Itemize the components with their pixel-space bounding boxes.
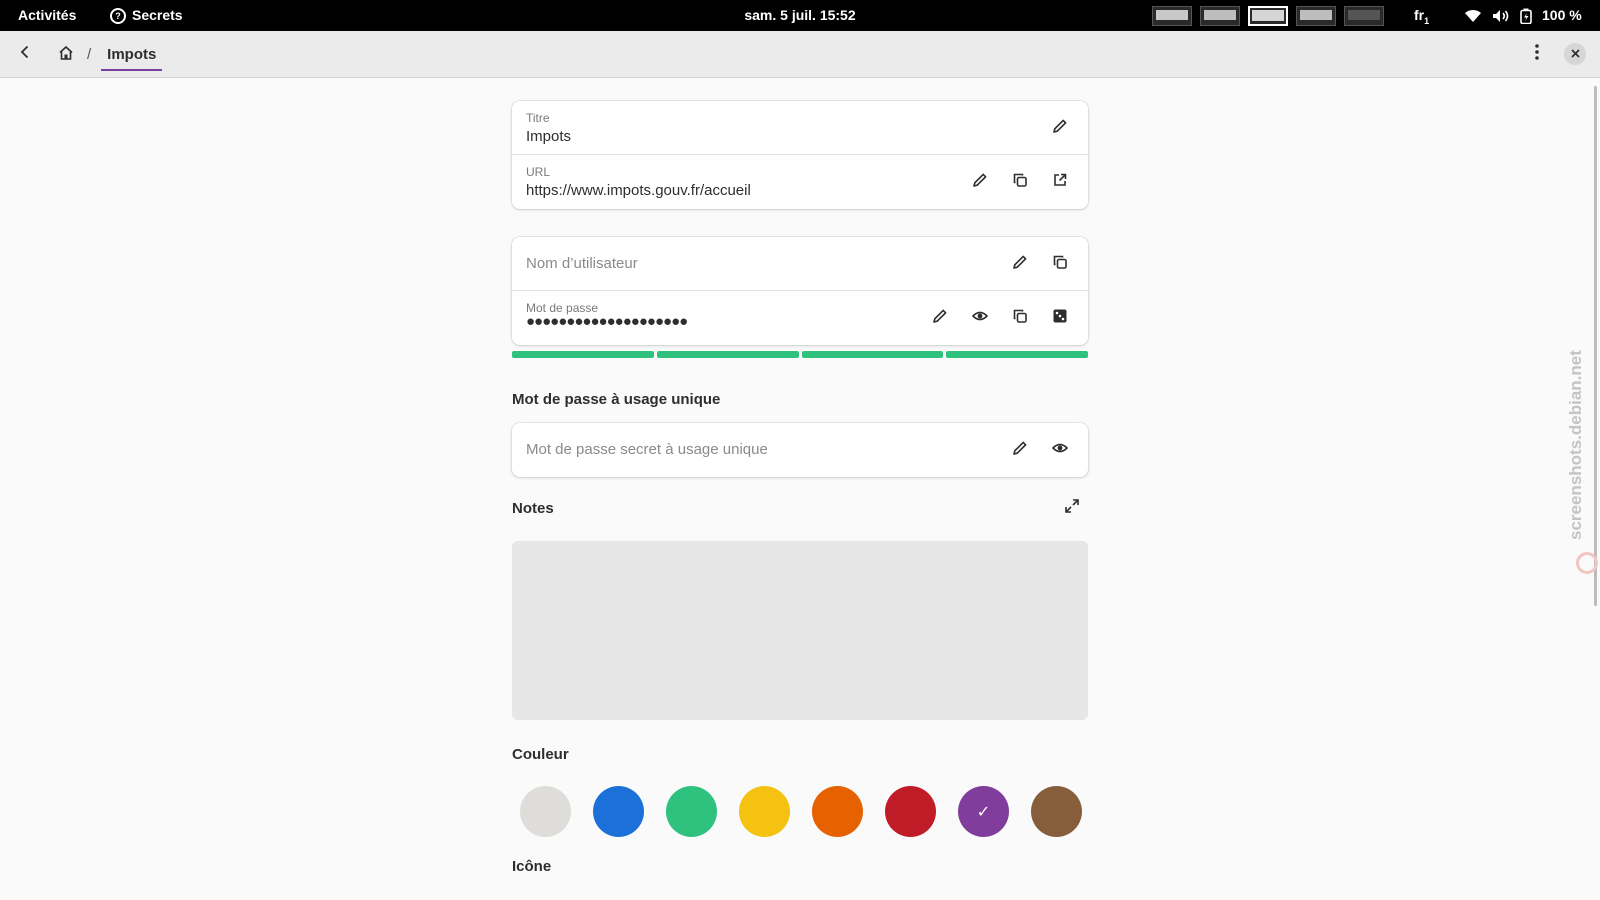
- edit-password-button[interactable]: [926, 304, 954, 332]
- title-row[interactable]: Titre Impots: [512, 101, 1088, 155]
- username-placeholder: Nom d’utilisateur: [526, 255, 638, 272]
- color-heading: Couleur: [512, 746, 569, 763]
- workspace-2[interactable]: [1200, 6, 1240, 26]
- show-otp-button[interactable]: [1046, 436, 1074, 464]
- copy-password-button[interactable]: [1006, 304, 1034, 332]
- credentials-card: Nom d’utilisateur Mot de passe ●●●●●●●●●…: [512, 237, 1088, 345]
- strength-segment: [656, 351, 799, 358]
- workspace-4[interactable]: [1296, 6, 1336, 26]
- password-row[interactable]: Mot de passe ●●●●●●●●●●●●●●●●●●●●: [512, 291, 1088, 345]
- copy-url-button[interactable]: [1006, 168, 1034, 196]
- header-bar: / Impots: [0, 31, 1600, 78]
- color-swatch[interactable]: [520, 786, 571, 837]
- entry-details: Titre Impots URL https://www.impots.gouv…: [0, 78, 1600, 900]
- icon-heading: Icône: [512, 858, 552, 875]
- dice-icon: [1052, 308, 1068, 329]
- otp-card: Mot de passe secret à usage unique: [512, 423, 1088, 477]
- copy-username-button[interactable]: [1046, 250, 1074, 278]
- strength-segment: [512, 351, 654, 358]
- color-swatch[interactable]: [885, 786, 936, 837]
- color-swatch[interactable]: [812, 786, 863, 837]
- system-top-bar: Activités ? Secrets sam. 5 juil. 15:52 f…: [0, 0, 1600, 31]
- edit-url-button[interactable]: [966, 168, 994, 196]
- url-label: URL: [526, 165, 551, 179]
- close-window-button[interactable]: [1564, 43, 1586, 65]
- expand-notes-button[interactable]: [1060, 496, 1084, 520]
- eye-icon: [1051, 440, 1069, 461]
- password-value: ●●●●●●●●●●●●●●●●●●●●: [526, 313, 688, 330]
- vertical-dots-icon: [1535, 43, 1539, 65]
- watermark: screenshots.debian.net: [1566, 350, 1585, 540]
- pencil-icon: [1012, 254, 1028, 275]
- scrollbar[interactable]: [1594, 86, 1597, 606]
- eye-icon: [971, 308, 989, 329]
- show-password-button[interactable]: [966, 304, 994, 332]
- url-value: https://www.impots.gouv.fr/accueil: [526, 182, 751, 199]
- strength-segment: [946, 351, 1088, 358]
- color-swatch[interactable]: [1031, 786, 1082, 837]
- main-menu-button[interactable]: [1524, 41, 1550, 67]
- workspace-3[interactable]: [1248, 6, 1288, 26]
- wifi-icon: [1464, 9, 1482, 23]
- back-button[interactable]: [10, 39, 40, 69]
- pencil-icon: [1052, 118, 1068, 139]
- app-name: Secrets: [132, 7, 183, 23]
- breadcrumb-home[interactable]: [55, 44, 77, 66]
- url-row[interactable]: URL https://www.impots.gouv.fr/accueil: [512, 155, 1088, 209]
- strength-segment: [801, 351, 944, 358]
- close-icon: [1570, 45, 1580, 63]
- pencil-icon: [972, 172, 988, 193]
- battery-icon: [1520, 8, 1532, 24]
- workspace-1[interactable]: [1152, 6, 1192, 26]
- color-swatch[interactable]: [593, 786, 644, 837]
- otp-placeholder: Mot de passe secret à usage unique: [526, 441, 768, 458]
- workspace-indicator: [1152, 6, 1384, 26]
- general-card: Titre Impots URL https://www.impots.gouv…: [512, 101, 1088, 209]
- app-menu[interactable]: ? Secrets: [110, 0, 183, 31]
- chevron-left-icon: [18, 45, 32, 64]
- copy-icon: [1012, 308, 1028, 329]
- notes-heading: Notes: [512, 500, 554, 517]
- copy-icon: [1052, 254, 1068, 275]
- pencil-icon: [1012, 440, 1028, 461]
- watermark-logo-icon: [1576, 552, 1598, 574]
- breadcrumb-separator: /: [87, 46, 92, 63]
- keyboard-layout: fr: [1414, 7, 1425, 23]
- otp-heading: Mot de passe à usage unique: [512, 391, 721, 408]
- color-swatch[interactable]: [739, 786, 790, 837]
- clock[interactable]: sam. 5 juil. 15:52: [744, 7, 855, 23]
- home-icon: [58, 45, 74, 65]
- copy-icon: [1012, 172, 1028, 193]
- breadcrumb-current[interactable]: Impots: [101, 31, 163, 78]
- checkmark-icon: ✓: [976, 803, 991, 821]
- keyboard-layout-index: 1: [1424, 15, 1430, 26]
- edit-username-button[interactable]: [1006, 250, 1034, 278]
- open-url-button[interactable]: [1046, 168, 1074, 196]
- generate-password-button[interactable]: [1046, 304, 1074, 332]
- secrets-app-icon: ?: [110, 7, 126, 24]
- otp-row[interactable]: Mot de passe secret à usage unique: [512, 423, 1088, 477]
- title-value: Impots: [526, 128, 572, 145]
- edit-title-button[interactable]: [1046, 114, 1074, 142]
- pencil-icon: [932, 308, 948, 329]
- workspace-5[interactable]: [1344, 6, 1384, 26]
- color-swatch[interactable]: ✓: [958, 786, 1009, 837]
- activities-button[interactable]: Activités: [18, 0, 76, 31]
- keyboard-layout-indicator[interactable]: fr1: [1414, 0, 1429, 31]
- username-row[interactable]: Nom d’utilisateur: [512, 237, 1088, 291]
- volume-icon: [1492, 9, 1510, 23]
- breadcrumb: / Impots: [55, 31, 163, 78]
- password-strength-bar: [512, 351, 1088, 358]
- title-label: Titre: [526, 111, 550, 125]
- expand-icon: [1065, 498, 1079, 518]
- notes-textarea[interactable]: [512, 541, 1088, 720]
- color-swatch[interactable]: [666, 786, 717, 837]
- edit-otp-button[interactable]: [1006, 436, 1034, 464]
- system-menu[interactable]: 100 %: [1464, 0, 1582, 31]
- external-link-icon: [1052, 172, 1068, 193]
- battery-level: 100 %: [1542, 7, 1582, 23]
- color-picker: ✓: [520, 786, 1082, 837]
